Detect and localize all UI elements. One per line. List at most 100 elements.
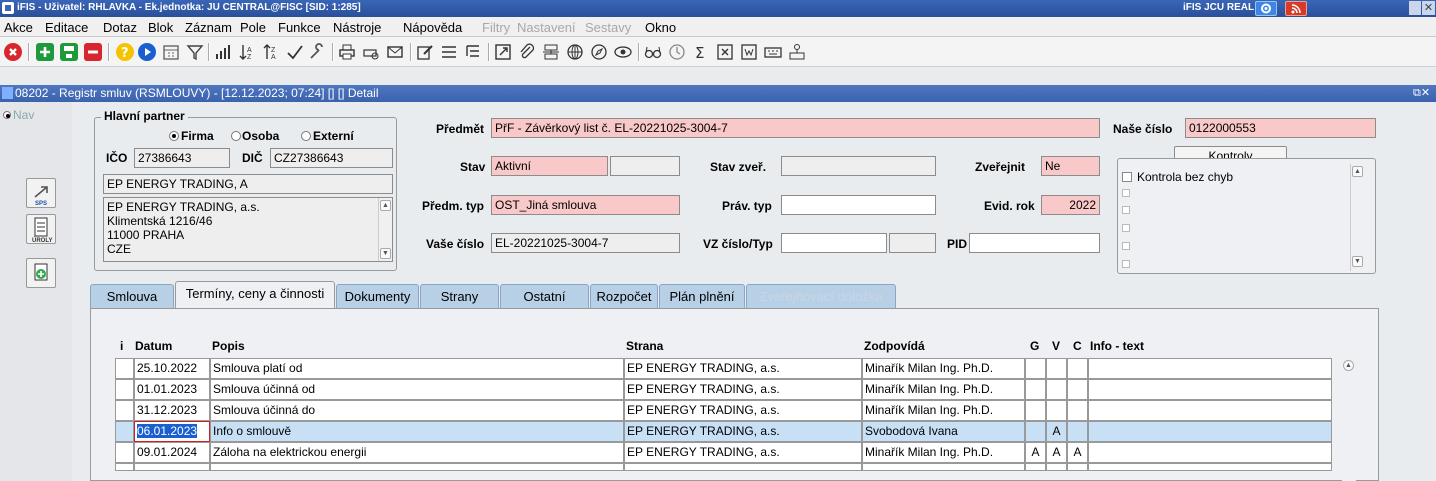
cell-indicator[interactable]	[115, 400, 134, 421]
cell-info[interactable]	[1088, 379, 1332, 400]
menu-dotaz[interactable]: Dotaz	[103, 20, 137, 35]
cell-v[interactable]	[1046, 400, 1067, 421]
stav-zver-field[interactable]	[781, 156, 936, 176]
cell-c[interactable]	[1067, 400, 1088, 421]
kontrola-checkbox[interactable]	[1122, 172, 1132, 182]
kontrola-checkbox-empty[interactable]	[1122, 242, 1130, 250]
cell-strana[interactable]	[624, 463, 862, 471]
cell-strana[interactable]: EP ENERGY TRADING, a.s.	[624, 421, 862, 442]
print-icon[interactable]	[338, 43, 356, 61]
run-icon[interactable]	[138, 43, 156, 61]
vz-cislo-field[interactable]	[781, 233, 887, 253]
cell-zodpovida[interactable]: Svobodová Ivana	[862, 421, 1025, 442]
menu-nastroje[interactable]: Nástroje	[333, 20, 381, 35]
kontrola-checkbox-empty[interactable]	[1122, 189, 1130, 197]
cell-popis[interactable]: Smlouva platí od	[210, 358, 624, 379]
cell-strana[interactable]: EP ENERGY TRADING, a.s.	[624, 358, 862, 379]
kontrola-checkbox-empty[interactable]	[1122, 206, 1130, 214]
settings-icon[interactable]	[1255, 1, 1277, 16]
radio-externi[interactable]	[301, 131, 311, 141]
menu-napoveda[interactable]: Nápověda	[403, 20, 462, 35]
menu-pole[interactable]: Pole	[240, 20, 266, 35]
evid-rok-field[interactable]: 2022	[1041, 195, 1100, 215]
wrench-icon[interactable]	[308, 43, 326, 61]
exit-icon[interactable]	[4, 43, 22, 61]
nav-radio[interactable]	[3, 111, 11, 119]
col-header-strana[interactable]: Strana	[626, 339, 663, 353]
cell-datum[interactable]: 01.01.2023	[134, 379, 210, 400]
cell-info[interactable]	[1088, 358, 1332, 379]
tab-smlouva[interactable]: Smlouva	[90, 284, 174, 308]
tree-list-icon[interactable]	[464, 43, 482, 61]
cell-popis[interactable]: Smlouva účinná do	[210, 400, 624, 421]
kontrola-checkbox-empty[interactable]	[1122, 224, 1130, 232]
cell-strana[interactable]: EP ENERGY TRADING, a.s.	[624, 379, 862, 400]
cell-datum[interactable]	[134, 463, 210, 471]
tab-plan-plneni[interactable]: Plán plnění	[659, 284, 745, 308]
sps-icon[interactable]: SPS	[26, 178, 56, 208]
col-header-g[interactable]: G	[1030, 339, 1039, 353]
vase-cislo-field[interactable]: EL-20221025-3004-7	[491, 233, 680, 253]
cell-info[interactable]	[1088, 400, 1332, 421]
radio-osoba[interactable]	[231, 131, 241, 141]
help-icon[interactable]: ?	[116, 43, 134, 61]
restore-icon[interactable]	[1409, 1, 1421, 15]
cell-info[interactable]	[1088, 442, 1332, 463]
nase-cislo-field[interactable]: 0122000553	[1185, 118, 1376, 138]
excel-export-icon[interactable]	[716, 43, 734, 61]
dic-field[interactable]: CZ27386643	[270, 148, 393, 168]
close-icon[interactable]: ✕	[1422, 1, 1435, 15]
cell-info[interactable]	[1088, 421, 1332, 442]
scroll-up-icon[interactable]: ▲	[1352, 166, 1363, 177]
cell-datum[interactable]: 09.01.2024	[134, 442, 210, 463]
nav-label[interactable]: Nav	[13, 108, 34, 122]
delete-record-icon[interactable]	[84, 43, 102, 61]
cell-v[interactable]	[1046, 379, 1067, 400]
cell-strana[interactable]: EP ENERGY TRADING, a.s.	[624, 442, 862, 463]
view-icon[interactable]	[614, 43, 632, 61]
prav-typ-field[interactable]	[781, 195, 936, 215]
cell-indicator[interactable]	[115, 379, 134, 400]
menu-okno[interactable]: Okno	[645, 20, 676, 35]
print-preview-icon[interactable]	[362, 43, 380, 61]
cell-g[interactable]	[1025, 400, 1046, 421]
cell-zodpovida[interactable]: Minařík Milan Ing. Ph.D.	[862, 379, 1025, 400]
menu-funkce[interactable]: Funkce	[278, 20, 321, 35]
col-header-popis[interactable]: Popis	[212, 339, 245, 353]
open-link-icon[interactable]	[494, 43, 512, 61]
cell-g[interactable]	[1025, 463, 1046, 471]
tab-terminy[interactable]: Termíny, ceny a činnosti	[175, 281, 335, 309]
edit-icon[interactable]	[416, 43, 434, 61]
cell-indicator[interactable]	[115, 463, 134, 471]
globe-icon[interactable]	[566, 43, 584, 61]
cell-popis[interactable]: Záloha na elektrickou energii	[210, 442, 624, 463]
cell-c[interactable]: A	[1067, 442, 1088, 463]
cell-info[interactable]	[1088, 463, 1332, 471]
zverejnit-field[interactable]: Ne	[1041, 156, 1100, 176]
cell-indicator[interactable]	[115, 358, 134, 379]
stav-field[interactable]: Aktivní	[491, 156, 608, 176]
cell-c[interactable]	[1067, 358, 1088, 379]
check-icon[interactable]	[286, 43, 304, 61]
kontroly-scrollbar[interactable]: ▲ ▼	[1350, 164, 1364, 271]
history-icon[interactable]	[668, 43, 686, 61]
col-header-zodpovida[interactable]: Zodpovídá	[864, 339, 925, 353]
filter-icon[interactable]	[186, 43, 204, 61]
keyboard-icon[interactable]	[764, 43, 782, 61]
document-window-controls[interactable]: ⧉✕	[1413, 86, 1430, 100]
calendar-icon[interactable]	[162, 43, 180, 61]
tab-ostatni[interactable]: Ostatní	[500, 284, 589, 308]
partner-name-field[interactable]: EP ENERGY TRADING, A	[103, 174, 393, 194]
list-icon[interactable]	[440, 43, 458, 61]
word-export-icon[interactable]	[740, 43, 758, 61]
compass-icon[interactable]	[590, 43, 608, 61]
cell-g[interactable]	[1025, 379, 1046, 400]
cell-zodpovida[interactable]: Minařík Milan Ing. Ph.D.	[862, 358, 1025, 379]
cell-popis[interactable]	[210, 463, 624, 471]
mail-icon[interactable]	[386, 43, 404, 61]
cell-c[interactable]	[1067, 379, 1088, 400]
partner-address-field[interactable]: EP ENERGY TRADING, a.s. Klimentská 1216/…	[103, 197, 393, 262]
sum-icon[interactable]: Σ	[692, 43, 710, 62]
address-scrollbar[interactable]: ▲ ▼	[378, 198, 392, 261]
col-header-info[interactable]: Info - text	[1090, 339, 1144, 353]
